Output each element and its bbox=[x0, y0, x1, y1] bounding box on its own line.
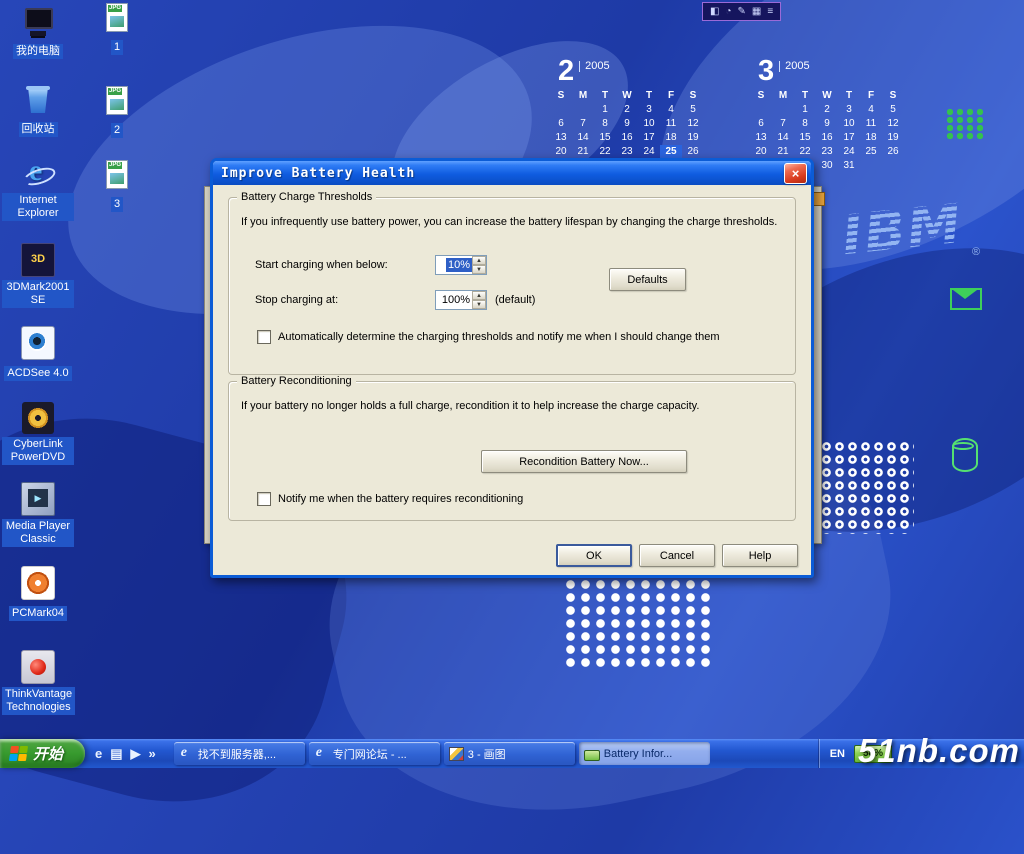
jpg-3-icon bbox=[101, 159, 133, 191]
paint-taskbar-icon bbox=[449, 747, 464, 761]
taskbar-item[interactable]: 3 - 画图 bbox=[444, 742, 575, 765]
desktop-icon-my-computer[interactable]: 我的电脑 bbox=[2, 6, 74, 59]
stop-charging-label: Stop charging at: bbox=[255, 294, 338, 306]
spin-up-icon[interactable]: ▲ bbox=[472, 291, 486, 300]
desktop-icon-media-player-classic[interactable]: Media Player Classic bbox=[2, 482, 74, 547]
floating-toolbar: ◧ ◔ ✎ ▦ ≡ bbox=[702, 2, 781, 21]
start-charging-label: Start charging when below: bbox=[255, 259, 388, 271]
icon-label: 3DMark2001 SE bbox=[2, 280, 74, 308]
language-indicator[interactable]: EN bbox=[830, 748, 845, 760]
internet-explorer-icon bbox=[22, 158, 54, 190]
desktop-icon-3dmark2001-se[interactable]: 3DMark2001 SE bbox=[2, 243, 74, 308]
battery-meter-icon[interactable]: ◔ bbox=[725, 7, 731, 17]
stop-charging-value[interactable]: 100% bbox=[440, 293, 472, 307]
pen-icon[interactable]: ✎ bbox=[738, 7, 746, 17]
stop-charging-spinner[interactable]: 100% ▲▼ bbox=[435, 290, 487, 310]
clipboard-icon[interactable]: ≡ bbox=[767, 7, 773, 17]
media-player-classic-icon bbox=[21, 482, 55, 516]
expand-chevron-icon[interactable]: » bbox=[149, 746, 156, 761]
default-indicator: (default) bbox=[495, 294, 535, 306]
media-player-quicklaunch-icon[interactable]: ▶ bbox=[131, 746, 141, 762]
ok-button[interactable]: OK bbox=[556, 544, 632, 567]
desktop-icon-pcmark04[interactable]: PCMark04 bbox=[2, 566, 74, 621]
icon-label: 3 bbox=[111, 197, 123, 212]
desktop-icon-recycle-bin[interactable]: 回收站 bbox=[2, 84, 74, 137]
ie-quicklaunch-icon[interactable]: e bbox=[95, 746, 102, 761]
start-label: 开始 bbox=[33, 743, 63, 764]
defaults-button[interactable]: Defaults bbox=[609, 268, 686, 291]
icon-label: 2 bbox=[111, 123, 123, 138]
quick-launch-bar: e ▤ ▶ » bbox=[85, 739, 166, 768]
desktop-icon-cyberlink-powerdvd[interactable]: CyberLink PowerDVD bbox=[2, 402, 74, 465]
watermark: 51nb.com bbox=[858, 732, 1020, 770]
my-computer-icon bbox=[22, 6, 54, 38]
spin-down-icon[interactable]: ▼ bbox=[472, 265, 486, 274]
icon-label: 我的电脑 bbox=[13, 44, 63, 59]
auto-determine-checkbox[interactable] bbox=[257, 330, 271, 344]
show-desktop-icon[interactable]: ▤ bbox=[110, 746, 122, 762]
acdsee-40-icon bbox=[21, 326, 55, 360]
taskbar-item[interactable]: Battery Infor... bbox=[579, 742, 710, 765]
icon-label: CyberLink PowerDVD bbox=[2, 437, 74, 465]
jpg-1-icon bbox=[101, 2, 133, 34]
spin-down-icon[interactable]: ▼ bbox=[472, 300, 486, 309]
icon-label: PCMark04 bbox=[9, 606, 67, 621]
dialog-title: Improve Battery Health bbox=[221, 166, 778, 181]
desktop-icon-acdsee-40[interactable]: ACDSee 4.0 bbox=[2, 326, 74, 381]
desktop-icon-jpg-2[interactable]: 2 bbox=[81, 85, 153, 138]
close-button[interactable]: × bbox=[784, 163, 807, 184]
battery-charge-thresholds-group: Battery Charge Thresholds If you infrequ… bbox=[228, 197, 796, 375]
improve-battery-health-dialog: Improve Battery Health × Battery Charge … bbox=[210, 158, 814, 578]
auto-determine-label: Automatically determine the charging thr… bbox=[278, 331, 719, 343]
spinner-arrows: ▲▼ bbox=[472, 291, 486, 309]
taskbar-item[interactable]: 专门网论坛 - ... bbox=[309, 742, 440, 765]
recycle-bin-icon bbox=[22, 84, 54, 116]
windows-logo-icon bbox=[9, 746, 28, 761]
dialog-titlebar[interactable]: Improve Battery Health × bbox=[213, 161, 811, 185]
spin-up-icon[interactable]: ▲ bbox=[472, 256, 486, 265]
start-charging-spinner[interactable]: 10% ▲▼ bbox=[435, 255, 487, 275]
icon-label: 回收站 bbox=[19, 122, 58, 137]
thresholds-description: If you infrequently use battery power, y… bbox=[241, 216, 783, 230]
ie-taskbar-icon bbox=[314, 746, 329, 761]
auto-determine-row: Automatically determine the charging thr… bbox=[257, 330, 719, 344]
group-title: Battery Charge Thresholds bbox=[237, 191, 376, 203]
taskbar-item[interactable]: 找不到服务器,... bbox=[174, 742, 305, 765]
recondition-battery-button[interactable]: Recondition Battery Now... bbox=[481, 450, 687, 473]
notify-reconditioning-label: Notify me when the battery requires reco… bbox=[278, 493, 523, 505]
icon-label: ThinkVantage Technologies bbox=[2, 687, 75, 715]
icon-label: Internet Explorer bbox=[2, 193, 74, 221]
start-button[interactable]: 开始 bbox=[0, 739, 85, 768]
desktop-icon-thinkvantage-technologies[interactable]: ThinkVantage Technologies bbox=[2, 650, 74, 715]
cancel-button[interactable]: Cancel bbox=[639, 544, 715, 567]
reconditioning-description: If your battery no longer holds a full c… bbox=[241, 400, 783, 414]
dialog-button-row: OK Cancel Help bbox=[556, 544, 798, 567]
power-plug-icon[interactable]: ◧ bbox=[710, 7, 719, 17]
cyberlink-powerdvd-icon bbox=[22, 402, 54, 434]
notify-reconditioning-checkbox[interactable] bbox=[257, 492, 271, 506]
thinkvantage-technologies-icon bbox=[21, 650, 55, 684]
spinner-arrows: ▲▼ bbox=[472, 256, 486, 274]
notify-reconditioning-row: Notify me when the battery requires reco… bbox=[257, 492, 523, 506]
start-charging-value[interactable]: 10% bbox=[446, 258, 472, 272]
desktop-icon-jpg-3[interactable]: 3 bbox=[81, 159, 153, 212]
3dmark2001-se-icon bbox=[21, 243, 55, 277]
pcmark04-icon bbox=[21, 566, 55, 600]
ie-taskbar-icon bbox=[179, 746, 194, 761]
battery-reconditioning-group: Battery Reconditioning If your battery n… bbox=[228, 381, 796, 521]
taskbar-items: 找不到服务器,...专门网论坛 - ...3 - 画图Battery Infor… bbox=[174, 739, 819, 768]
help-button[interactable]: Help bbox=[722, 544, 798, 567]
icon-label: ACDSee 4.0 bbox=[4, 366, 71, 381]
icon-label: Media Player Classic bbox=[2, 519, 74, 547]
group-title: Battery Reconditioning bbox=[237, 375, 356, 387]
desktop-icon-internet-explorer[interactable]: Internet Explorer bbox=[2, 158, 74, 221]
jpg-2-icon bbox=[101, 85, 133, 117]
battery-taskbar-icon bbox=[584, 750, 600, 761]
icon-label: 1 bbox=[111, 40, 123, 55]
keypad-icon[interactable]: ▦ bbox=[752, 7, 761, 17]
close-icon: × bbox=[792, 166, 800, 181]
desktop-icon-jpg-1[interactable]: 1 bbox=[81, 2, 153, 55]
